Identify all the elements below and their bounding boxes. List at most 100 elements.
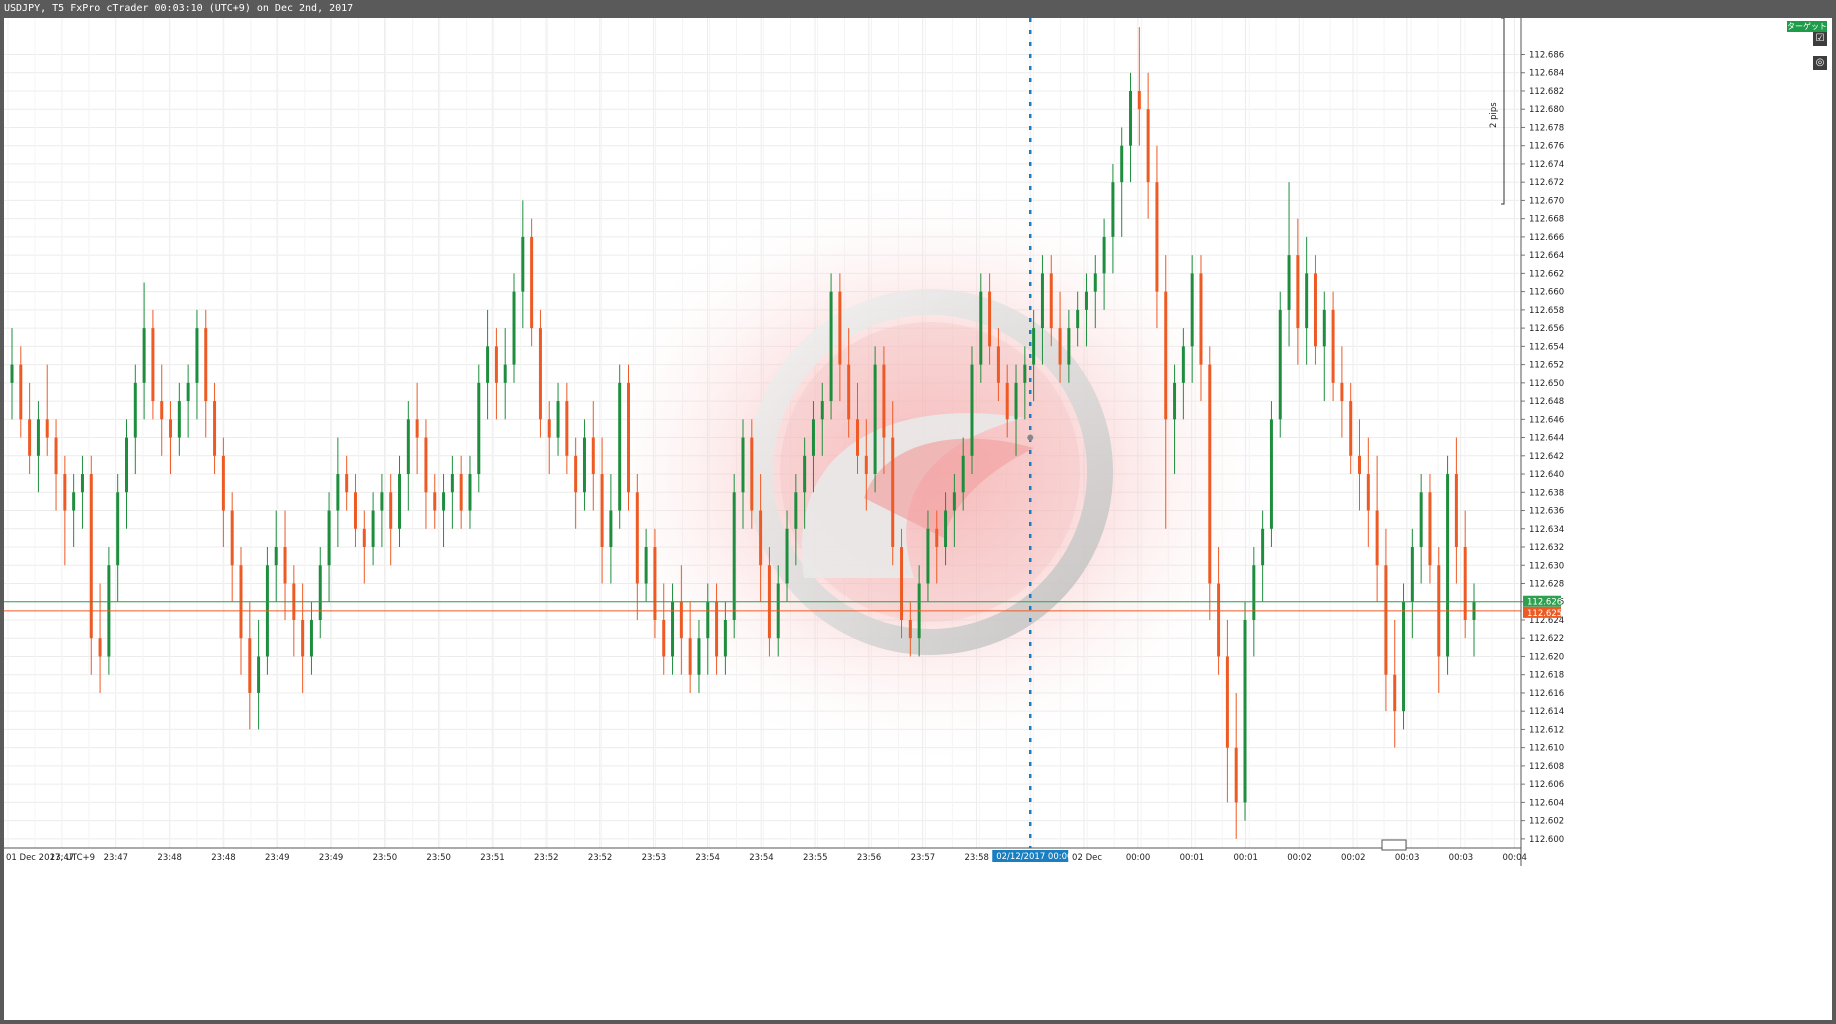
y-tick-label: 112.666 — [1529, 233, 1564, 243]
y-tick-label: 112.662 — [1529, 269, 1564, 279]
y-tick-label: 112.650 — [1529, 379, 1564, 389]
target-button[interactable]: ターゲット — [1787, 21, 1827, 32]
candle-body — [715, 601, 719, 657]
y-tick-label: 112.604 — [1529, 798, 1564, 808]
candle-body — [732, 492, 736, 620]
candle-body — [591, 437, 595, 475]
candle-body — [697, 638, 701, 675]
target-icon[interactable]: ☑ — [1813, 32, 1827, 46]
window-title: USDJPY, T5 FxPro cTrader 00:03:10 (UTC+9… — [0, 0, 1836, 18]
y-tick-label: 112.670 — [1529, 196, 1564, 206]
candle-body — [468, 474, 472, 511]
candle-body — [371, 510, 375, 548]
candle-body — [662, 619, 666, 657]
candle-body — [582, 437, 586, 493]
candle-body — [450, 474, 454, 493]
candle-body — [900, 547, 904, 620]
bid-price-label: 112.625 — [1527, 609, 1562, 619]
y-tick-label: 112.636 — [1529, 507, 1564, 517]
y-tick-label: 112.660 — [1529, 288, 1564, 298]
candle-body — [486, 346, 490, 383]
y-tick-label: 112.638 — [1529, 488, 1564, 498]
camera-icon[interactable]: ◎ — [1813, 56, 1827, 70]
candle-body — [336, 474, 340, 511]
candle-body — [785, 528, 789, 584]
x-tick-label: 00:03 — [1395, 853, 1420, 863]
window-bottom-border — [0, 1020, 1836, 1024]
y-tick-label: 112.668 — [1529, 215, 1564, 225]
candle-body — [160, 401, 164, 420]
crosshair-time-label: 02/12/2017 00:00 — [996, 852, 1072, 862]
candle-body — [362, 528, 366, 548]
y-tick-label: 112.672 — [1529, 178, 1564, 188]
candle-body — [1040, 273, 1044, 329]
candle-body — [556, 401, 560, 438]
y-tick-label: 112.664 — [1529, 251, 1564, 261]
y-tick-label: 112.658 — [1529, 306, 1564, 316]
candle-body — [301, 619, 305, 657]
candle-body — [944, 510, 948, 548]
candle-body — [98, 638, 102, 657]
candle-body — [274, 547, 278, 566]
candle-body — [54, 437, 58, 475]
candle-body — [1322, 309, 1326, 347]
candle-body — [1428, 492, 1432, 566]
candle-body — [133, 382, 137, 438]
candle-body — [935, 528, 939, 548]
pips-scale-bracket — [1501, 18, 1505, 205]
y-tick-label: 112.682 — [1529, 87, 1564, 97]
y-tick-label: 112.632 — [1529, 543, 1564, 553]
candle-body — [996, 346, 1000, 383]
candle-body — [503, 364, 507, 383]
candle-body — [1269, 419, 1273, 529]
y-tick-label: 112.608 — [1529, 762, 1564, 772]
candle-body — [847, 364, 851, 420]
x-tick-label: 23:51 — [480, 853, 505, 863]
candle-body — [19, 364, 23, 420]
candle-body — [1261, 528, 1265, 566]
candle-body — [80, 474, 84, 493]
x-tick-label: 23:53 — [642, 853, 667, 863]
candle-body — [177, 401, 181, 438]
candle-body — [424, 437, 428, 493]
candle-body — [283, 547, 287, 584]
candle-body — [213, 401, 217, 456]
candle-body — [398, 474, 402, 529]
y-tick-label: 112.620 — [1529, 652, 1564, 662]
chart-svg[interactable]: 112.600 112.602 112.604 112.606 112.608 112.6… — [4, 18, 1832, 1020]
candle-body — [248, 638, 252, 693]
candle-body — [882, 364, 886, 438]
candle-body — [671, 601, 675, 657]
candle-body — [1243, 619, 1247, 803]
candle-body — [142, 328, 146, 383]
candle-body — [864, 455, 868, 475]
candle-body — [855, 419, 859, 456]
x-tick-label: 23:48 — [157, 853, 182, 863]
candle-body — [195, 328, 199, 383]
candle-body — [961, 455, 965, 493]
candle-body — [1331, 309, 1335, 383]
candle-body — [1402, 601, 1406, 712]
candle-body — [750, 437, 754, 511]
candle-body — [970, 364, 974, 456]
y-tick-label: 112.612 — [1529, 725, 1564, 735]
x-tick-label: 00:01 — [1233, 853, 1258, 863]
y-tick-label: 112.642 — [1529, 452, 1564, 462]
candle-body — [327, 510, 331, 566]
y-tick-label: 112.630 — [1529, 561, 1564, 571]
y-tick-label: 112.674 — [1529, 160, 1564, 170]
y-tick-label: 112.680 — [1529, 105, 1564, 115]
candle-body — [538, 328, 542, 420]
chart-area[interactable]: 112.600 112.602 112.604 112.606 112.608 112.6… — [4, 18, 1832, 1020]
candle-body — [1375, 510, 1379, 566]
x-tick-label: 23:49 — [265, 853, 290, 863]
candle-body — [1199, 273, 1203, 365]
candle-body — [653, 547, 657, 620]
candle-body — [1234, 747, 1238, 803]
candle-body — [706, 601, 710, 639]
candle-body — [1005, 382, 1009, 420]
candle-body — [829, 291, 833, 402]
candle-body — [979, 291, 983, 365]
candle-body — [723, 619, 727, 657]
candle-body — [1093, 273, 1097, 292]
